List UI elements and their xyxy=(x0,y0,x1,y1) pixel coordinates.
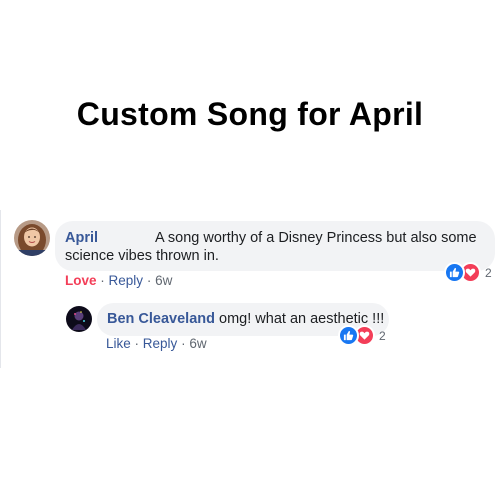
comment-text-continued: science vibes thrown in. xyxy=(65,248,219,264)
comment-actions: Love · Reply · 6w xyxy=(65,273,172,288)
comment-author[interactable]: Ben Cleaveland xyxy=(107,311,215,327)
separator: · xyxy=(134,336,140,351)
timestamp[interactable]: 6w xyxy=(155,273,172,288)
avatar[interactable] xyxy=(66,306,92,332)
page-title: Custom Song for April xyxy=(76,96,424,132)
comment-bubble: April A song worthy of a Disney Princess… xyxy=(55,221,495,271)
avatar[interactable] xyxy=(14,220,50,256)
reaction-summary[interactable]: 2 xyxy=(338,325,386,346)
love-reaction-button[interactable]: Love xyxy=(65,273,97,288)
like-icon xyxy=(444,262,465,283)
reply-button[interactable]: Reply xyxy=(109,273,144,288)
comment-text: A song worthy of a Disney Princess but a… xyxy=(155,230,477,246)
reaction-count: 2 xyxy=(485,265,492,280)
reaction-summary[interactable]: 2 xyxy=(444,262,492,283)
separator: · xyxy=(146,273,152,288)
timestamp[interactable]: 6w xyxy=(189,336,206,351)
reaction-count: 2 xyxy=(379,328,386,343)
like-icon xyxy=(338,325,359,346)
reply-button[interactable]: Reply xyxy=(143,336,178,351)
like-button[interactable]: Like xyxy=(106,336,131,351)
thread-divider xyxy=(0,210,1,368)
separator: · xyxy=(181,336,186,351)
comment-author[interactable]: April xyxy=(65,230,98,246)
separator: · xyxy=(100,273,105,288)
comment-actions: Like · Reply · 6w xyxy=(106,336,207,351)
